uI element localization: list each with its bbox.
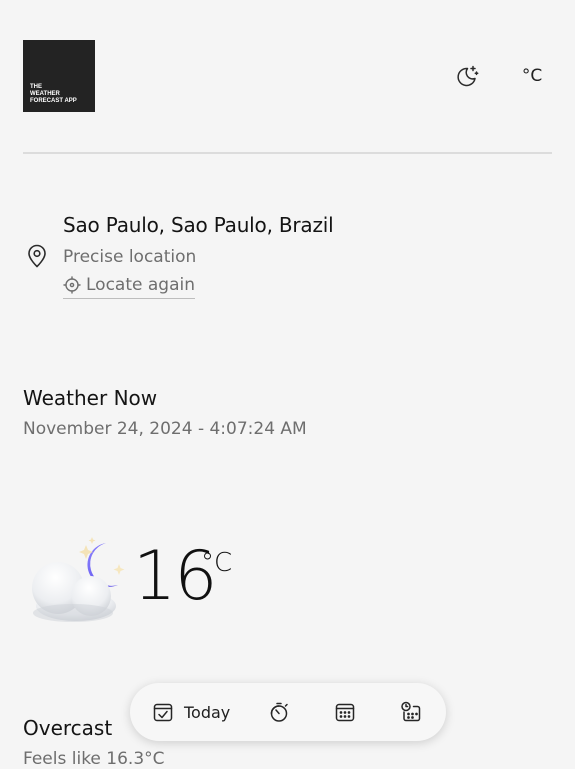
weather-now-title: Weather Now: [23, 386, 158, 410]
header-divider: [23, 152, 552, 154]
calendar-check-icon: [153, 703, 173, 722]
crosshair-icon: [63, 276, 81, 294]
nav-weekly[interactable]: [334, 692, 356, 732]
location-precision: Precise location: [63, 247, 197, 267]
weather-condition: Overcast: [23, 716, 113, 740]
clock-calendar-icon: [401, 701, 421, 722]
nav-today[interactable]: Today: [152, 692, 230, 732]
nav-today-label: Today: [184, 702, 231, 722]
stopwatch-icon: [271, 702, 289, 722]
cloud-moon-stars-icon: [32, 537, 125, 622]
nav-hourly[interactable]: [268, 692, 290, 732]
logo-line-3: FORECAST APP: [30, 98, 77, 104]
calendar-grid-icon: [336, 703, 355, 722]
logo-line-1: THE: [30, 84, 42, 90]
bottom-nav-bar: Today: [130, 683, 446, 741]
app-logo[interactable]: THE WEATHER FORECAST APP: [23, 40, 95, 112]
logo-line-2: WEATHER: [30, 91, 60, 97]
locate-again-link[interactable]: Locate again: [63, 275, 195, 299]
unit-toggle-button[interactable]: °C: [512, 63, 552, 89]
theme-toggle-button[interactable]: [451, 60, 483, 92]
map-pin-icon: [28, 244, 46, 268]
current-datetime: November 24, 2024 - 4:07:24 AM: [23, 419, 307, 439]
nav-schedule[interactable]: [400, 692, 422, 732]
locate-again-label: Locate again: [86, 275, 195, 295]
feels-like-temperature: Feels like 16.3°C: [23, 749, 165, 769]
location-name: Sao Paulo, Sao Paulo, Brazil: [63, 213, 334, 237]
temperature-unit: °C: [201, 548, 233, 578]
moon-stars-icon: [457, 65, 479, 87]
